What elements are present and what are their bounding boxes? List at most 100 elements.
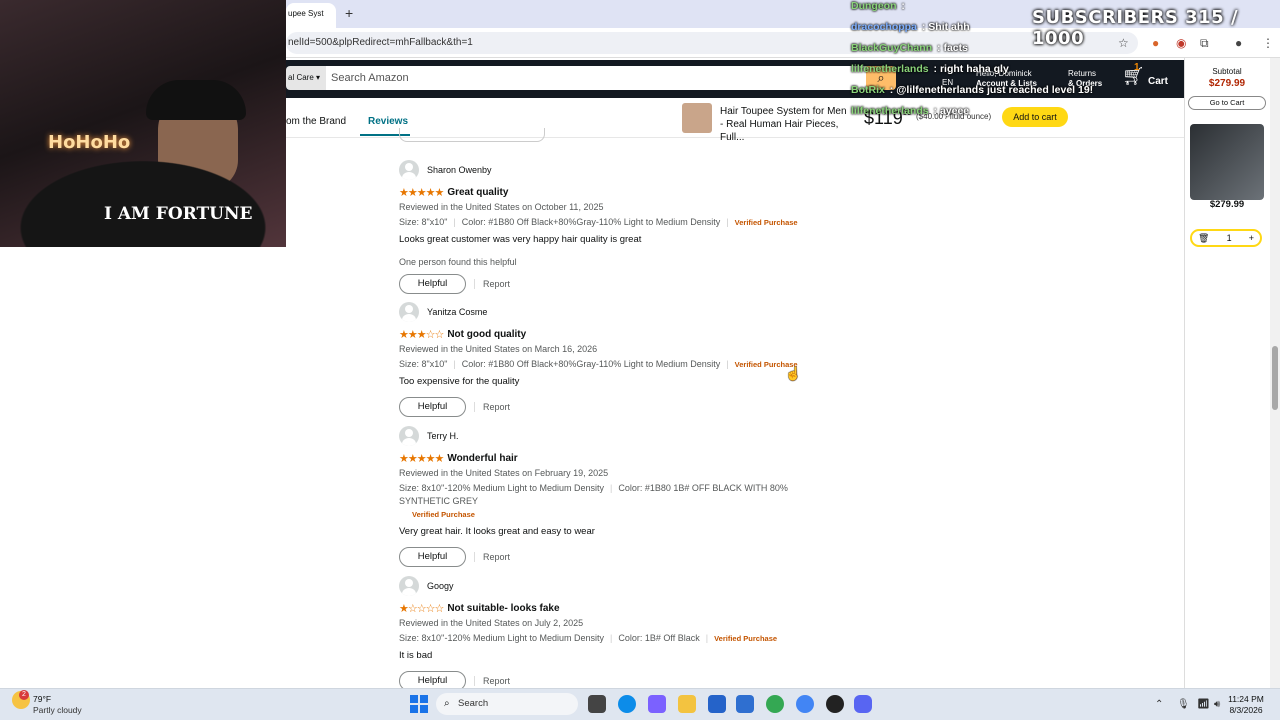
volume-icon[interactable]: 🔊︎ [1214,699,1220,710]
tab-from-the-brand[interactable]: om the Brand [286,116,346,127]
verified-purchase-badge: Verified Purchase [734,218,798,227]
helpful-button[interactable]: Helpful [399,397,466,417]
streamer-hat [146,80,246,120]
obs-icon[interactable] [826,695,844,713]
search-category-dropdown[interactable]: al Care ▾ [286,66,326,90]
store-icon[interactable] [708,695,726,713]
chat-username: lilfenetherlands [851,63,929,75]
review-title[interactable]: Wonderful hair [447,453,517,464]
sticky-product-title[interactable]: Hair Toupee System for Men - Real Human … [720,105,852,144]
chat-username: lilfenetherlands [851,105,929,117]
chat-separator: : [930,63,940,75]
filter-dropdown-partial[interactable] [399,128,545,142]
review-size[interactable]: Size: 8"x10" [399,359,447,369]
star-rating[interactable]: ★☆☆☆☆ [399,602,444,615]
search-input[interactable]: Search Amazon [326,66,866,90]
category-label: al Care [288,73,314,82]
webcam-overlay: HoHoHo I AM FORTUNE [0,0,286,247]
chat-separator: : [930,105,940,117]
reviewer-name: Sharon Owenby [427,165,492,175]
report-link[interactable]: Report [474,402,510,412]
avatar [399,160,419,180]
chat-separator: : [886,84,897,96]
file-explorer-icon[interactable] [678,695,696,713]
reviewer-name: Terry H. [427,431,459,441]
quantity-stepper[interactable]: 🗑︎ 1 + [1190,229,1262,247]
chat-message: BlackGuyChann : facts [851,42,1181,63]
verified-purchase-badge: Verified Purchase [412,510,475,519]
verified-purchase-badge: Verified Purchase [714,634,778,643]
star-rating[interactable]: ★★★★★ [399,186,444,199]
chat-username: Dungeon [851,0,897,12]
review-color[interactable]: Color: 1B# Off Black [618,633,699,643]
browser-tab[interactable]: upee Syst [286,3,336,28]
copilot-icon[interactable] [648,695,666,713]
chat-message: dracochoppa : Shit ahh [851,21,1181,42]
weather-notification-badge: 2 [19,690,29,700]
review-body: Very great hair. It looks great and easy… [399,526,595,537]
chat-message: lilfenetherlands : ayeee [851,105,1181,126]
chevron-up-icon[interactable]: ⌃ [1155,699,1163,710]
review-body: Looks great customer was very happy hair… [399,234,642,245]
chat-text: @lilfenetherlands just reached level 19! [896,84,1094,96]
quantity-value: 1 [1226,233,1232,243]
review-date: Reviewed in the United States on March 1… [399,344,598,354]
windows-start-icon[interactable] [410,695,428,713]
report-link[interactable]: Report [474,552,510,562]
review-color[interactable]: Color: #1B80 Off Black+80%Gray-110% Ligh… [462,217,721,227]
review-size[interactable]: Size: 8x10''-120% Medium Light to Medium… [399,483,604,493]
product-thumbnail[interactable] [682,103,712,133]
chat-text: right haha gly [939,63,1009,75]
chat-username: BlackGuyChann [851,42,933,54]
review-color[interactable]: Color: #1B80 Off Black+80%Gray-110% Ligh… [462,359,721,369]
go-to-cart-button[interactable]: Go to Cart [1188,96,1266,110]
review-item: Googy ★☆☆☆☆ Not suitable- looks fake Revi… [399,575,839,691]
subtotal-amount: $279.99 [1208,78,1246,89]
edge-icon[interactable] [618,695,636,713]
weather-description[interactable]: Partly cloudy [33,705,82,715]
hand-cursor-icon: ☝ [785,366,802,381]
chat-text: facts [943,42,968,54]
scrollbar-thumb[interactable] [1272,346,1278,410]
wifi-icon[interactable]: 📶︎ [1197,699,1210,710]
weather-temperature[interactable]: 79°F [33,694,51,704]
cart-item-price: $279.99 [1209,199,1245,210]
review-size[interactable]: Size: 8x10''-120% Medium Light to Medium… [399,633,604,643]
discord-icon[interactable] [854,695,872,713]
review-date: Reviewed in the United States on October… [399,202,604,212]
avatar [399,426,419,446]
report-link[interactable]: Report [474,676,510,686]
review-title[interactable]: Great quality [447,187,508,198]
review-title[interactable]: Not suitable- looks fake [447,603,559,614]
chrome-profile-icon[interactable] [796,695,814,713]
stream-chat-overlay: Dungeon : dracochoppa : Shit ahh BlackGu… [851,0,1181,120]
star-rating[interactable]: ★★★★★ [399,452,444,465]
plus-icon[interactable]: + [1249,233,1254,243]
cart-item-image[interactable] [1190,124,1264,200]
search-icon: ⌕ [444,698,450,709]
review-item: Sharon Owenby ★★★★★ Great quality Reviewe… [399,159,839,294]
outlook-icon[interactable] [736,695,754,713]
tab-reviews[interactable]: Reviews [368,116,408,127]
taskbar-search[interactable]: Search [436,693,578,715]
chat-text: ayeee [939,105,970,117]
review-size[interactable]: Size: 8"x10" [399,217,447,227]
reviewer-name: Yanitza Cosme [427,307,488,317]
helpful-button[interactable]: Helpful [399,274,466,294]
new-tab-button[interactable]: + [345,5,353,21]
helpful-button[interactable]: Helpful [399,547,466,567]
task-view-icon[interactable] [588,695,606,713]
review-item: Yanitza Cosme ★★★☆☆ Not good quality Revi… [399,301,839,417]
chrome-icon[interactable] [766,695,784,713]
review-title[interactable]: Not good quality [447,329,526,340]
review-date: Reviewed in the United States on July 2,… [399,618,584,628]
trash-icon[interactable]: 🗑︎ [1198,233,1209,244]
report-link[interactable]: Report [474,279,510,289]
microphone-icon[interactable]: 🎙︎ [1177,699,1190,710]
clock-date[interactable]: 8/3/2026 [1222,705,1270,715]
star-rating[interactable]: ★★★☆☆ [399,328,444,341]
chat-username: BotRix [851,84,885,96]
review-body: It is bad [399,650,433,661]
clock-time[interactable]: 11:24 PM [1222,694,1270,704]
helpful-count: One person found this helpful [399,257,517,267]
